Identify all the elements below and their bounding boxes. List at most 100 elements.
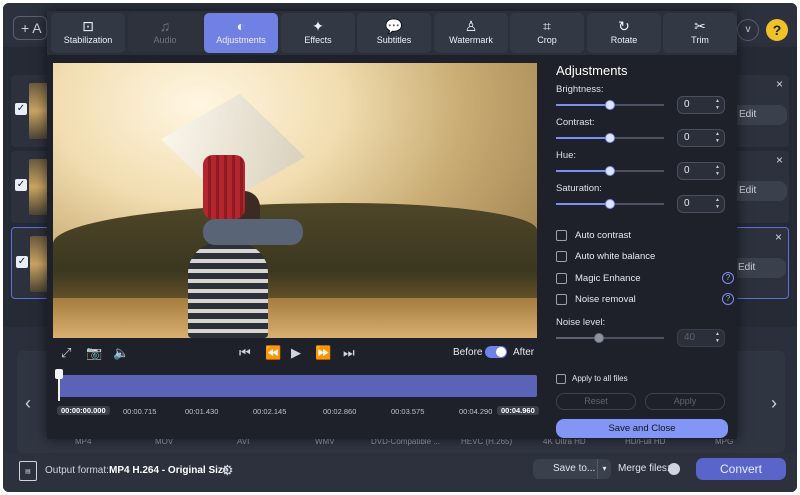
- video-child-legs: [203, 219, 303, 245]
- timeline-label: 00:02.145: [253, 407, 287, 416]
- noise-level-label: Noise level:: [556, 317, 606, 328]
- edit-button[interactable]: Edit: [729, 181, 787, 201]
- editor-toolbar: ⊡ Stabilization ♫ Audio ◐ Adjustments ✦ Effe…: [47, 11, 737, 55]
- slider-knob[interactable]: [605, 199, 615, 209]
- help-button[interactable]: ?: [766, 19, 788, 41]
- slider-knob[interactable]: [605, 166, 615, 176]
- timeline-label-end: 00:04.960: [497, 406, 539, 415]
- auto-contrast-checkbox[interactable]: [556, 230, 567, 241]
- help-icon[interactable]: ?: [722, 272, 734, 284]
- crop-icon: ⌗: [543, 18, 551, 34]
- brightness-label: Brightness:: [556, 84, 604, 95]
- step-back-icon[interactable]: ⏪: [265, 345, 281, 361]
- tab-stabilization[interactable]: ⊡ Stabilization: [51, 13, 125, 53]
- slider-fill: [556, 337, 600, 339]
- apply-button[interactable]: Apply: [645, 393, 725, 410]
- tab-effects[interactable]: ✦ Effects: [281, 13, 355, 53]
- gear-icon[interactable]: ⚙: [221, 461, 239, 479]
- stepper-arrows-icon[interactable]: ▲ ▼: [715, 164, 720, 178]
- tab-crop[interactable]: ⌗ Crop: [510, 13, 584, 53]
- tab-audio[interactable]: ♫ Audio: [128, 13, 202, 53]
- timeline-label: 00:02.860: [323, 407, 357, 416]
- timeline-track[interactable]: [59, 375, 537, 397]
- output-format-value[interactable]: MP4 H.264 - Original Size: [109, 465, 228, 476]
- playhead-handle[interactable]: [55, 369, 63, 401]
- auto-contrast-option[interactable]: Auto contrast: [556, 229, 734, 243]
- contrast-value: 0: [684, 132, 690, 143]
- rotate-icon: ↻: [618, 18, 630, 34]
- file-checkbox[interactable]: ✓: [15, 179, 27, 191]
- tab-label: Subtitles: [376, 35, 412, 45]
- saturation-input[interactable]: 0 ▲ ▼: [677, 195, 725, 213]
- remove-file-icon[interactable]: ×: [775, 230, 782, 244]
- stepper-arrows-icon[interactable]: ▲ ▼: [715, 98, 720, 112]
- hue-input[interactable]: 0 ▲ ▼: [677, 162, 725, 180]
- tab-adjustments[interactable]: ◐ Adjustments: [204, 13, 278, 53]
- video-father: [188, 243, 268, 338]
- file-checkbox[interactable]: ✓: [15, 103, 27, 115]
- tab-subtitles[interactable]: 💬 Subtitles: [357, 13, 431, 53]
- noise-level-value: 40: [684, 332, 696, 343]
- merge-files-toggle[interactable]: [668, 463, 680, 475]
- remove-file-icon[interactable]: ×: [776, 77, 783, 91]
- slider-knob[interactable]: [594, 333, 605, 343]
- contrast-slider[interactable]: [556, 133, 664, 143]
- slider-knob[interactable]: [605, 100, 615, 110]
- chevron-left-icon[interactable]: ‹: [25, 393, 31, 414]
- step-forward-icon[interactable]: ⏩: [315, 345, 331, 361]
- tab-label: Trim: [691, 35, 709, 45]
- noise-level-input[interactable]: 40 ▲ ▼: [677, 329, 725, 347]
- save-and-close-button[interactable]: Save and Close: [556, 419, 728, 438]
- add-media-button[interactable]: + A: [13, 16, 47, 40]
- chevron-right-icon[interactable]: ›: [771, 393, 777, 414]
- fullscreen-icon[interactable]: ⤢: [61, 345, 71, 361]
- reset-button[interactable]: Reset: [556, 393, 636, 410]
- tab-label: Crop: [537, 35, 557, 45]
- timeline[interactable]: 00:00:00.000 00:00.715 00:01.430 00:02.1…: [55, 369, 539, 417]
- timeline-label-current: 00:00:00.000: [57, 406, 110, 415]
- saturation-slider[interactable]: [556, 199, 664, 209]
- checkbox-label: Noise removal: [575, 294, 636, 305]
- file-checkbox[interactable]: ✓: [16, 256, 28, 268]
- magic-enhance-checkbox[interactable]: [556, 273, 567, 284]
- volume-icon[interactable]: 🔈: [113, 345, 129, 361]
- stepper-arrows-icon[interactable]: ▲ ▼: [715, 131, 720, 145]
- stamp-icon: ♙: [464, 18, 478, 34]
- contrast-input[interactable]: 0 ▲ ▼: [677, 129, 725, 147]
- tab-trim[interactable]: ✂ Trim: [663, 13, 737, 53]
- file-thumbnail: [29, 159, 49, 215]
- brightness-value: 0: [684, 99, 690, 110]
- chevron-down-icon[interactable]: ▾: [597, 459, 611, 479]
- saturation-label: Saturation:: [556, 183, 602, 194]
- auto-white-balance-option[interactable]: Auto white balance: [556, 250, 734, 264]
- noise-removal-option[interactable]: Noise removal?: [556, 293, 734, 307]
- help-icon[interactable]: ?: [722, 293, 734, 305]
- chevron-down-icon[interactable]: v: [737, 19, 759, 41]
- brightness-input[interactable]: 0 ▲ ▼: [677, 96, 725, 114]
- skip-start-icon[interactable]: ⏮: [239, 345, 251, 361]
- stepper-arrows-icon[interactable]: ▲ ▼: [715, 331, 720, 345]
- camera-icon[interactable]: 📷: [86, 345, 102, 361]
- skip-end-icon[interactable]: ⏭: [343, 345, 355, 361]
- brightness-slider[interactable]: [556, 100, 664, 110]
- timeline-label: 00:04.290: [459, 407, 493, 416]
- remove-file-icon[interactable]: ×: [776, 153, 783, 167]
- tab-rotate[interactable]: ↻ Rotate: [587, 13, 661, 53]
- noise-level-slider[interactable]: [556, 333, 664, 343]
- save-to-button[interactable]: Save to... ▾: [533, 459, 611, 479]
- hue-slider[interactable]: [556, 166, 664, 176]
- adjustments-panel: Adjustments Brightness: 0 ▲ ▼ Contrast: 0 ▲…: [553, 63, 737, 439]
- slider-knob[interactable]: [605, 133, 615, 143]
- noise-removal-checkbox[interactable]: [556, 294, 567, 305]
- apply-to-all-checkbox[interactable]: [556, 374, 566, 384]
- auto-white-balance-checkbox[interactable]: [556, 251, 567, 262]
- convert-button[interactable]: Convert: [696, 458, 786, 480]
- before-label: Before: [453, 347, 483, 358]
- tab-watermark[interactable]: ♙ Watermark: [434, 13, 508, 53]
- magic-enhance-option[interactable]: Magic Enhance?: [556, 272, 734, 286]
- before-after-toggle[interactable]: [485, 346, 507, 358]
- stepper-arrows-icon[interactable]: ▲ ▼: [715, 197, 720, 211]
- timeline-label: 00:00.715: [123, 407, 157, 416]
- play-icon[interactable]: ▶: [291, 345, 301, 361]
- edit-button[interactable]: Edit: [729, 105, 787, 125]
